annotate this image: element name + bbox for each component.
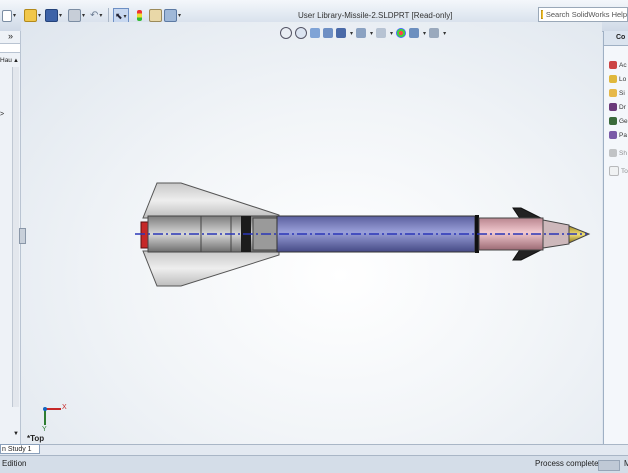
missile-model[interactable] (135, 182, 591, 287)
feature-tree-label: Hau (0, 57, 12, 64)
tab-study[interactable]: n Study 1 (0, 444, 40, 454)
view-settings-icon[interactable] (429, 28, 440, 38)
chevron-down-icon[interactable]: ▾ (423, 30, 426, 37)
document-icon (609, 89, 617, 97)
status-indicator (598, 460, 620, 471)
open-button[interactable]: ▾ (24, 8, 41, 23)
chevron-down-icon[interactable]: ▾ (370, 30, 373, 37)
task-item-label: Ac (619, 61, 627, 69)
cursor-arrow-icon: ⬉ (115, 11, 123, 21)
task-item-tool[interactable]: To (609, 166, 628, 176)
task-item-sheet[interactable]: Sh (609, 148, 628, 158)
task-item-label: Dr (619, 103, 626, 111)
task-item-label: Sh (619, 149, 627, 157)
tree-expand-arrow-icon[interactable]: > (0, 111, 4, 118)
status-process: Process complete (535, 459, 599, 468)
scrollbar-track[interactable] (12, 67, 19, 407)
chevron-down-icon: ▾ (59, 13, 63, 19)
new-button[interactable]: ▾ (2, 8, 16, 23)
toolbar-separator (108, 8, 109, 23)
chevron-down-icon: ▾ (82, 13, 86, 19)
search-placeholder: Search SolidWorks Help (545, 10, 627, 19)
rebuild-button[interactable] (137, 8, 142, 23)
apply-scene-icon[interactable] (409, 28, 420, 38)
hide-show-items-icon[interactable] (376, 28, 387, 38)
task-item-addins[interactable]: Ac (609, 60, 628, 70)
task-item-label: Lo (619, 75, 627, 83)
scroll-arrow-up-icon[interactable]: ▲ (13, 58, 19, 64)
graphics-area[interactable]: X Y *Top (19, 22, 602, 444)
status-bar: Edition Process complete M (0, 455, 628, 473)
task-item-label: Ge (619, 117, 628, 125)
previous-view-icon[interactable] (310, 28, 320, 38)
properties-icon (149, 9, 162, 22)
options-button[interactable]: ▾ (164, 8, 181, 23)
task-item-label: Si (619, 89, 625, 97)
model-canvas[interactable] (21, 22, 602, 444)
view-orientation-label: *Top (27, 434, 45, 443)
geometry-icon (609, 117, 617, 125)
rear-fin-bottom (142, 250, 280, 287)
task-item-si[interactable]: Si (609, 88, 628, 98)
panel-header-strip (0, 43, 20, 53)
task-pane-title: Co (616, 34, 626, 41)
zoom-to-fit-icon[interactable] (280, 27, 292, 39)
folder-open-icon (24, 9, 37, 22)
status-edition: Edition (2, 459, 27, 468)
edit-appearance-icon[interactable] (396, 28, 407, 38)
search-help-icon: ? (541, 10, 543, 19)
palette-icon (609, 131, 617, 139)
chevron-down-icon: ▾ (123, 14, 127, 20)
add-in-icon (609, 61, 617, 69)
task-pane-header: Co (604, 31, 628, 46)
task-item-palette[interactable]: Pa (609, 130, 628, 140)
triad-x-label: X (62, 404, 67, 411)
task-item-load[interactable]: Lo (609, 74, 628, 84)
drawing-icon (609, 103, 617, 111)
view-triad (43, 407, 61, 425)
chevron-down-icon: ▾ (99, 13, 103, 19)
panel-expand-button[interactable]: » (8, 31, 13, 41)
traffic-light-icon (137, 10, 142, 21)
rear-fin-top (142, 182, 280, 219)
print-icon (68, 9, 81, 22)
status-units[interactable]: M (624, 459, 628, 468)
undo-icon: ↶ (90, 10, 99, 21)
folder-icon (609, 75, 617, 83)
tool-icon (609, 166, 619, 176)
task-item-geometry[interactable]: Ge (609, 116, 628, 126)
task-item-drawing[interactable]: Dr (609, 102, 628, 112)
task-pane: Co Ac Lo Si Dr Ge Pa Sh To (603, 31, 628, 444)
chevron-down-icon[interactable]: ▾ (443, 30, 446, 37)
triad-y-label: Y (42, 426, 47, 433)
section-view-icon[interactable] (323, 28, 333, 38)
new-document-icon (2, 9, 12, 22)
chevron-down-icon: ▾ (38, 13, 42, 19)
feature-manager-panel[interactable]: » Hau ▲ > ▼ (0, 31, 21, 444)
sheet-icon (609, 149, 617, 157)
heads-up-view-toolbar: ▾ ▾ ▾ ▾ ▾ (280, 26, 446, 40)
task-item-label: To (621, 167, 628, 175)
save-icon (45, 9, 58, 22)
nozzle-red (140, 221, 149, 249)
zoom-to-area-icon[interactable] (295, 27, 307, 39)
scroll-arrow-down-icon[interactable]: ▼ (13, 431, 19, 437)
save-button[interactable]: ▾ (45, 8, 62, 23)
splitter-handle[interactable] (19, 228, 26, 244)
chevron-down-icon: ▾ (13, 13, 17, 19)
chevron-down-icon[interactable]: ▾ (390, 30, 393, 37)
options-icon (164, 9, 177, 22)
task-item-label: Pa (619, 131, 627, 139)
window-title: User Library-Missile-2.SLDPRT [Read-only… (298, 11, 453, 20)
file-properties-button[interactable] (149, 8, 162, 23)
print-button[interactable]: ▾ (68, 8, 85, 23)
triad-origin (43, 407, 47, 411)
display-style-icon[interactable] (356, 28, 367, 38)
chevron-down-icon[interactable]: ▾ (350, 30, 353, 37)
undo-button[interactable]: ↶ ▾ (90, 8, 102, 23)
chevron-down-icon: ▾ (178, 13, 182, 19)
search-help-input[interactable]: ? Search SolidWorks Help (538, 7, 628, 22)
view-orientation-icon[interactable] (336, 28, 346, 38)
